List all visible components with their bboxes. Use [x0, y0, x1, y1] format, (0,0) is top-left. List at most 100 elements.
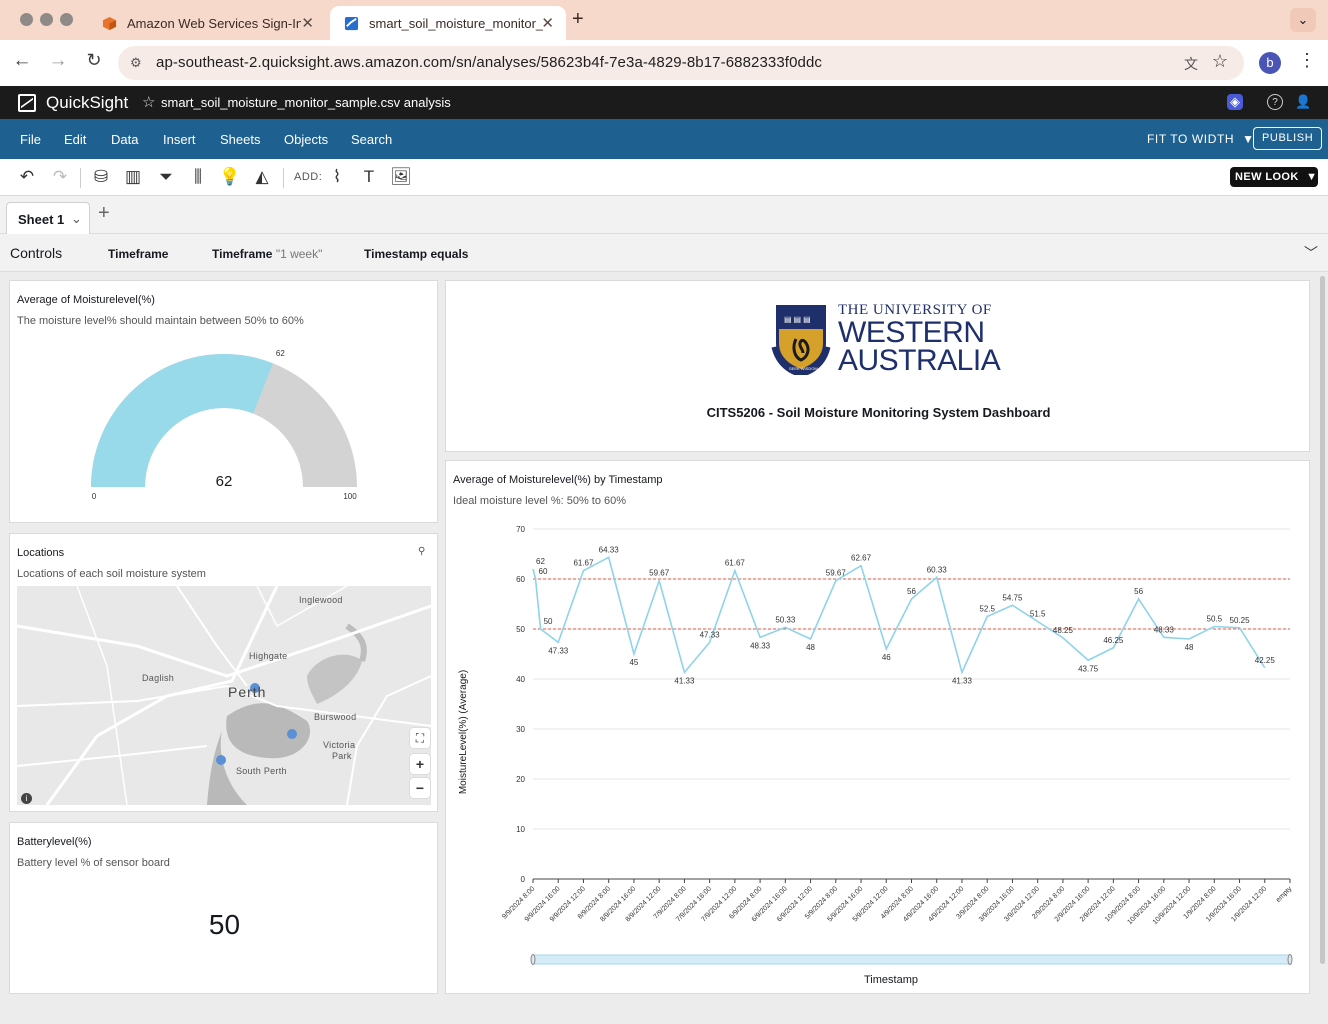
menu-search[interactable]: Search	[351, 132, 392, 147]
favorite-star-icon[interactable]: ☆	[142, 93, 155, 111]
data-label: 43.75	[1078, 664, 1099, 673]
uwa-line-3: AUSTRALIA	[838, 344, 1001, 377]
redo-icon[interactable]: ↷	[48, 165, 72, 189]
quicksight-logo-icon	[18, 94, 36, 112]
forward-arrow-icon[interactable]: →	[45, 50, 71, 72]
url-field[interactable]: ⚙ ap-southeast-2.quicksight.aws.amazon.c…	[118, 46, 1244, 80]
y-tick-label: 0	[521, 875, 526, 884]
new-look-toggle[interactable]: NEW LOOK ▼	[1230, 167, 1318, 187]
control-name: Timeframe	[108, 247, 169, 261]
zoom-out-icon[interactable]: −	[410, 778, 430, 798]
info-icon[interactable]: i	[21, 793, 32, 804]
fit-to-width-dropdown[interactable]: FIT TO WIDTH ▼	[1147, 132, 1255, 146]
new-tab-icon[interactable]: +	[572, 8, 584, 31]
data-label: 47.33	[700, 630, 721, 639]
data-label: 48.33	[750, 641, 771, 650]
range-handle-left[interactable]	[530, 954, 536, 965]
menu-edit[interactable]: Edit	[64, 132, 86, 147]
close-icon[interactable]: ✕	[541, 14, 554, 32]
crest-motto: SEEK WISDOM	[789, 366, 818, 371]
map-canvas[interactable]: Inglewood Highgate Daglish Perth Burswoo…	[17, 586, 431, 805]
data-label: 50.33	[775, 615, 796, 624]
data-label: 42.25	[1255, 656, 1276, 665]
add-visual-icon[interactable]: ⌇	[325, 165, 349, 189]
add-sheet-icon[interactable]: +	[98, 202, 110, 225]
site-settings-icon[interactable]: ⚙	[130, 55, 142, 71]
data-label: 48.33	[1154, 625, 1175, 634]
fullscreen-icon[interactable]: ⛶	[410, 728, 430, 748]
chevron-down-icon[interactable]: ﹀	[1304, 243, 1318, 263]
data-label: 64.33	[599, 545, 620, 554]
range-handle-right[interactable]	[1287, 954, 1293, 965]
browser-tab-analysis[interactable]: smart_soil_moisture_monitor_sample.csv a…	[330, 6, 566, 40]
help-icon[interactable]: ?	[1267, 94, 1283, 110]
visualize-icon[interactable]: ▥	[121, 165, 145, 189]
x-axis-ticks: 9/9/2024 8:009/9/2024 16:009/9/2024 12:0…	[501, 879, 1294, 926]
zoom-in-icon[interactable]: +	[410, 754, 430, 774]
menu-bar: File Edit Data Insert Sheets Objects Sea…	[0, 119, 1328, 159]
map-visual[interactable]: Locations ⚲ Locations of each soil moist…	[9, 533, 438, 812]
vertical-scrollbar[interactable]	[1320, 276, 1325, 964]
location-point[interactable]	[216, 755, 226, 765]
tab-sheet-1[interactable]: Sheet 1 ⌄	[6, 202, 90, 234]
dataset-icon[interactable]: ⛁	[89, 165, 113, 189]
battery-kpi-visual[interactable]: Batterylevel(%) Battery level % of senso…	[9, 822, 438, 994]
undo-icon[interactable]: ↶	[15, 165, 39, 189]
chevron-down-icon[interactable]: ⌄	[1290, 8, 1316, 32]
publish-button[interactable]: PUBLISH	[1253, 127, 1323, 150]
address-bar-row: ← → ↻ ⚙ ap-southeast-2.quicksight.aws.am…	[0, 40, 1328, 86]
window-minimize-button[interactable]	[40, 13, 53, 26]
reload-icon[interactable]: ↻	[81, 50, 107, 71]
parameters-icon[interactable]: ⫼	[186, 165, 210, 189]
moisture-series-line	[532, 556, 1266, 675]
add-text-icon[interactable]: T	[357, 165, 381, 189]
menu-data[interactable]: Data	[111, 132, 138, 147]
menu-file[interactable]: File	[20, 132, 41, 147]
browser-tab-bar: Amazon Web Services Sign-In ✕ smart_soil…	[0, 0, 1328, 40]
y-tick-label: 70	[516, 525, 525, 534]
control-timestamp-equals[interactable]: Timestamp equals	[364, 247, 468, 261]
control-timeframe-week[interactable]: Timeframe "1 week"	[212, 247, 322, 261]
header-text-visual[interactable]: ▤ ▤ ▤ SEEK WISDOM THE UNIVERSITY OF WEST…	[445, 280, 1310, 452]
amazon-q-icon[interactable]: ◈	[1227, 94, 1243, 110]
y-tick-label: 20	[516, 775, 525, 784]
data-label: 56	[1134, 587, 1143, 596]
close-icon[interactable]: ✕	[301, 14, 314, 32]
x-axis-title: Timestamp	[864, 974, 918, 986]
control-value: "1 week"	[275, 247, 323, 261]
browser-tab-aws-signin[interactable]: Amazon Web Services Sign-In ✕	[88, 6, 326, 40]
themes-icon[interactable]: ◭	[250, 165, 274, 189]
profile-avatar[interactable]: b	[1259, 52, 1281, 74]
browser-menu-icon[interactable]: ⋮	[1298, 50, 1316, 71]
range-scrollbar[interactable]	[532, 954, 1291, 965]
map-pin-icon[interactable]: ⚲	[418, 546, 425, 557]
menu-insert[interactable]: Insert	[163, 132, 196, 147]
line-chart: 0 10 20 30 40 50 60 70 9/9/2024 8:009/9/2024 16…	[458, 525, 1294, 986]
chevron-down-icon[interactable]: ⌄	[71, 211, 82, 227]
back-arrow-icon[interactable]: ←	[9, 50, 35, 72]
translate-icon[interactable]: 文	[1184, 54, 1198, 74]
uwa-crest-logo: ▤ ▤ ▤ SEEK WISDOM	[771, 305, 831, 375]
new-look-label: NEW LOOK	[1235, 171, 1299, 183]
menu-objects[interactable]: Objects	[284, 132, 328, 147]
app-name[interactable]: QuickSight	[46, 93, 128, 113]
user-icon[interactable]: 👤	[1295, 94, 1311, 110]
visual-subtitle: Battery level % of sensor board	[17, 857, 170, 869]
menu-sheets[interactable]: Sheets	[220, 132, 260, 147]
add-image-icon[interactable]: 🖼	[389, 165, 413, 189]
insights-lightbulb-icon[interactable]: 💡	[218, 165, 242, 189]
line-chart-visual[interactable]: Average of Moisturelevel(%) by Timestamp…	[445, 460, 1310, 994]
location-point[interactable]	[287, 729, 297, 739]
y-tick-label: 10	[516, 825, 525, 834]
bookmark-star-icon[interactable]: ☆	[1212, 51, 1228, 72]
control-timeframe[interactable]: Timeframe	[108, 247, 168, 261]
window-close-button[interactable]	[20, 13, 33, 26]
window-zoom-button[interactable]	[60, 13, 73, 26]
gauge-marker-label: 62	[276, 349, 285, 358]
analysis-title[interactable]: smart_soil_moisture_monitor_sample.csv a…	[161, 95, 451, 110]
aws-cube-icon	[102, 16, 117, 30]
gauge-visual[interactable]: Average of Moisturelevel(%) The moisture…	[9, 280, 438, 523]
map-label-victoria: Victoria	[323, 740, 356, 750]
data-label: 59.67	[826, 569, 847, 578]
filter-icon[interactable]: ⏷	[154, 165, 178, 189]
